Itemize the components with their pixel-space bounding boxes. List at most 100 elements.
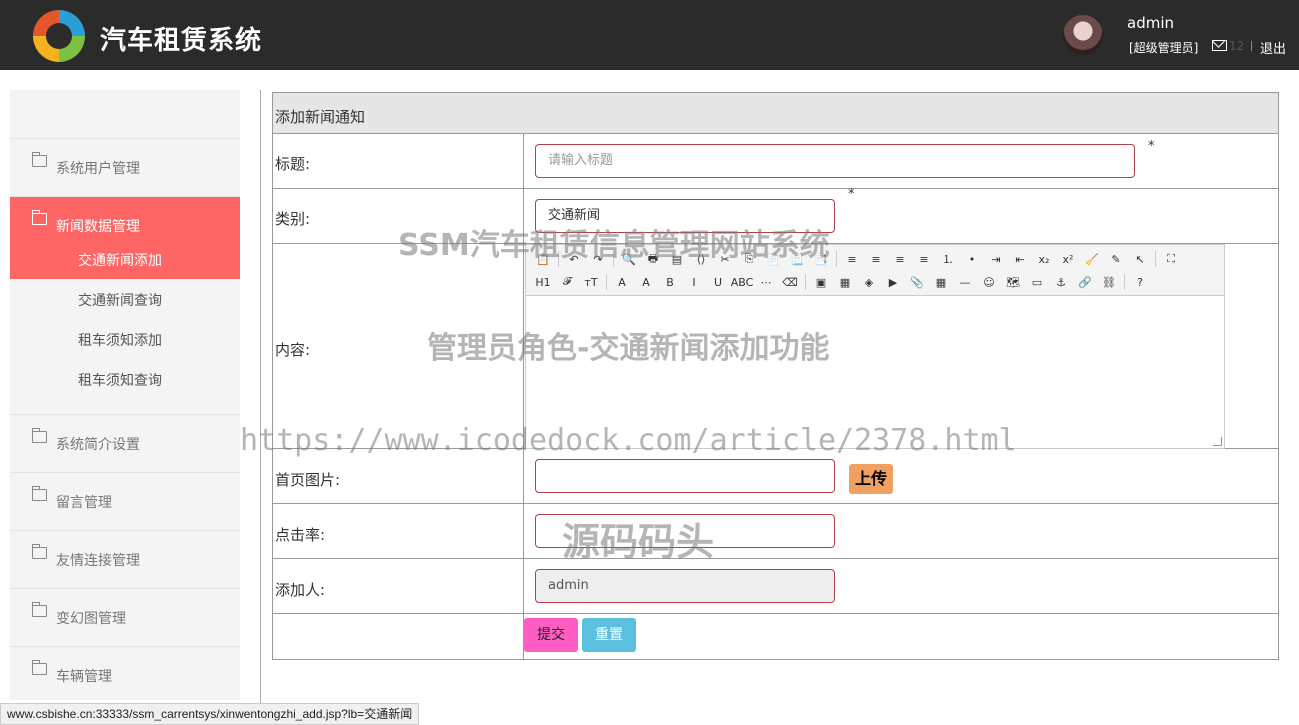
unlink-icon[interactable]: ⛓ [1100, 273, 1118, 291]
form-heading: 添加新闻通知 [273, 93, 1278, 134]
watermark-text: 管理员角色-交通新闻添加功能 [427, 331, 830, 366]
toolbar-separator [836, 251, 837, 267]
sidebar-subitem-label: 租车须知添加 [78, 333, 162, 349]
mail-icon[interactable] [1212, 40, 1227, 51]
toolbar-separator [1155, 251, 1156, 267]
required-mark: * [848, 187, 855, 202]
hr-icon[interactable]: — [956, 273, 974, 291]
strikethrough-icon[interactable]: ABC [731, 273, 754, 291]
avatar[interactable] [1063, 15, 1103, 55]
sidebar-subitem-traffic-news-add[interactable]: 交通新闻添加 [10, 238, 240, 278]
eraser-icon[interactable]: ⌫ [781, 273, 799, 291]
sidebar-item-label: 留言管理 [56, 495, 112, 511]
emoticon-icon[interactable]: ☺ [980, 273, 998, 291]
sidebar-item-friend-links[interactable]: 友情连接管理 [10, 530, 240, 589]
sidebar-subitem-label: 交通新闻查询 [78, 293, 162, 309]
sidebar-subitem-label: 租车须知查询 [78, 373, 162, 389]
justify-icon[interactable]: ≡ [915, 250, 933, 268]
flash-icon[interactable]: ◈ [860, 273, 878, 291]
media-icon[interactable]: ▶ [884, 273, 902, 291]
multi-image-icon[interactable]: ▦ [836, 273, 854, 291]
user-role: [超级管理员] [1129, 41, 1199, 55]
subscript-icon[interactable]: x₂ [1035, 250, 1053, 268]
sidebar-item-carousel[interactable]: 变幻图管理 [10, 588, 240, 647]
sidebar-subitem-rental-notice-query[interactable]: 租车须知查询 [10, 358, 240, 398]
heading-icon[interactable]: H1 [534, 273, 552, 291]
unordered-list-icon[interactable]: • [963, 250, 981, 268]
highlight-icon[interactable]: A [637, 273, 655, 291]
sidebar-item-system-users[interactable]: 系统用户管理 [10, 138, 240, 197]
clear-format-icon[interactable]: 🧹 [1083, 250, 1101, 268]
align-right-icon[interactable]: ≡ [891, 250, 909, 268]
page-break-icon[interactable]: ▭ [1028, 273, 1046, 291]
fullscreen-icon[interactable]: ⛶ [1162, 250, 1180, 268]
folder-icon [32, 210, 47, 225]
help-icon[interactable]: ? [1131, 273, 1149, 291]
sidebar-item-label: 变幻图管理 [56, 611, 126, 627]
app-title: 汽车租赁系统 [100, 26, 263, 56]
sidebar-item-messages[interactable]: 留言管理 [10, 472, 240, 531]
author-input: admin [535, 569, 835, 603]
content-divider [260, 90, 261, 723]
anchor-icon[interactable]: ⚓ [1052, 273, 1070, 291]
table-icon[interactable]: ▦ [932, 273, 950, 291]
folder-icon [32, 660, 47, 675]
ordered-list-icon[interactable]: ⒈ [939, 250, 957, 268]
folder-icon [32, 486, 47, 501]
row-divider [273, 558, 1278, 559]
reset-button[interactable]: 重置 [582, 618, 636, 652]
top-header: 汽车租赁系统 admin [超级管理员] 12 退出 [0, 0, 1299, 70]
resize-handle-icon[interactable] [1213, 437, 1222, 446]
title-input[interactable]: 请输入标题 [535, 144, 1135, 178]
pointer-icon[interactable]: ↖ [1131, 250, 1149, 268]
font-family-icon[interactable]: 𝓕 [558, 273, 576, 291]
align-center-icon[interactable]: ≡ [867, 250, 885, 268]
toolbar-separator [805, 274, 806, 290]
sidebar-subitem-rental-notice-add[interactable]: 租车须知添加 [10, 318, 240, 358]
image-icon[interactable]: ▣ [812, 273, 830, 291]
indent-icon[interactable]: ⇥ [987, 250, 1005, 268]
sidebar-item-label: 友情连接管理 [56, 553, 140, 569]
row-divider [273, 613, 1278, 614]
user-name: admin [1127, 14, 1174, 32]
folder-icon [32, 428, 47, 443]
folder-icon [32, 152, 47, 167]
column-divider [523, 133, 524, 659]
italic-icon[interactable]: I [685, 273, 703, 291]
header-divider [1251, 41, 1252, 51]
row-divider [273, 503, 1278, 504]
content-label: 内容: [275, 341, 311, 359]
upload-button[interactable]: 上传 [849, 464, 893, 494]
underline-icon[interactable]: U [709, 273, 727, 291]
sidebar: 系统用户管理 新闻数据管理 交通新闻添加 交通新闻查询 租车须知添加 租车须知查… [10, 90, 240, 700]
line-height-icon[interactable]: ⋯ [757, 273, 775, 291]
category-label: 类别: [275, 210, 311, 228]
superscript-icon[interactable]: x² [1059, 250, 1077, 268]
folder-icon [32, 544, 47, 559]
sidebar-item-label: 系统简介设置 [56, 437, 140, 453]
watermark-text: SSM汽车租赁信息管理网站系统 [398, 228, 830, 263]
sidebar-subitem-traffic-news-query[interactable]: 交通新闻查询 [10, 278, 240, 318]
clicks-label: 点击率: [275, 526, 326, 544]
sidebar-subitem-label: 交通新闻添加 [78, 253, 162, 269]
align-left-icon[interactable]: ≡ [843, 250, 861, 268]
attach-icon[interactable]: 📎 [908, 273, 926, 291]
title-label: 标题: [275, 155, 311, 173]
font-color-icon[interactable]: A [613, 273, 631, 291]
watermark-text: 源码码头 [562, 520, 715, 564]
outdent-icon[interactable]: ⇤ [1011, 250, 1029, 268]
mail-count: 12 [1229, 39, 1245, 53]
folder-icon [32, 602, 47, 617]
map-icon[interactable]: 🗺 [1004, 273, 1022, 291]
select-all-icon[interactable]: ✎ [1107, 250, 1125, 268]
link-icon[interactable]: 🔗 [1076, 273, 1094, 291]
logout-link[interactable]: 退出 [1260, 38, 1286, 57]
bold-icon[interactable]: B [661, 273, 679, 291]
font-size-icon[interactable]: тT [582, 273, 600, 291]
sidebar-item-vehicles[interactable]: 车辆管理 [10, 646, 240, 705]
submit-button[interactable]: 提交 [524, 618, 578, 652]
author-label: 添加人: [275, 581, 326, 599]
sidebar-item-system-intro[interactable]: 系统简介设置 [10, 414, 240, 473]
news-add-form: 添加新闻通知 标题: 请输入标题 * 类别: 交通新闻 * 内容: 📋 ↶ ↷ 🔍 🖶 ▤… [272, 92, 1279, 660]
image-path-input[interactable] [535, 459, 835, 493]
